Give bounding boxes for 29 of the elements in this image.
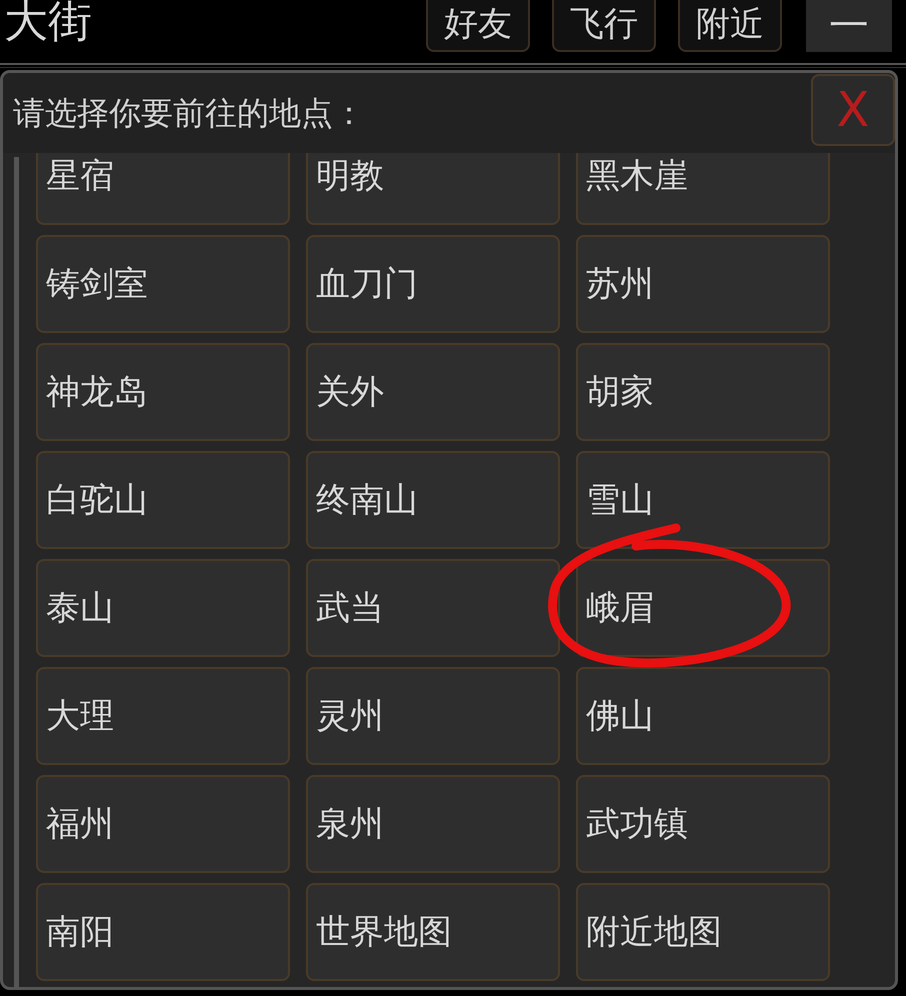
- location-button[interactable]: 佛山: [576, 667, 830, 765]
- location-button[interactable]: 泉州: [306, 775, 560, 873]
- location-button[interactable]: 关外: [306, 343, 560, 441]
- location-button[interactable]: 终南山: [306, 451, 560, 549]
- location-button[interactable]: 血刀门: [306, 235, 560, 333]
- location-button[interactable]: 南阳: [36, 883, 290, 981]
- location-button[interactable]: 附近地图: [576, 883, 830, 981]
- location-button[interactable]: 世界地图: [306, 883, 560, 981]
- location-button[interactable]: 雪山: [576, 451, 830, 549]
- location-button[interactable]: 胡家: [576, 343, 830, 441]
- location-button[interactable]: 灵州: [306, 667, 560, 765]
- location-button[interactable]: 武功镇: [576, 775, 830, 873]
- location-button[interactable]: 白驼山: [36, 451, 290, 549]
- location-button[interactable]: 明教: [306, 153, 560, 225]
- location-button[interactable]: 福州: [36, 775, 290, 873]
- location-button[interactable]: 星宿: [36, 153, 290, 225]
- location-button[interactable]: 泰山: [36, 559, 290, 657]
- menu-button[interactable]: 附近: [678, 0, 782, 52]
- menu-button[interactable]: 飞行: [552, 0, 656, 52]
- prompt-text: 请选择你要前往的地点：: [13, 93, 365, 134]
- menu-button[interactable]: 好友: [426, 0, 530, 52]
- location-button[interactable]: 峨眉: [576, 559, 830, 657]
- location-button[interactable]: 武当: [306, 559, 560, 657]
- location-button[interactable]: 大理: [36, 667, 290, 765]
- minimize-button[interactable]: 一: [806, 0, 892, 52]
- location-button[interactable]: 黑木崖: [576, 153, 830, 225]
- location-button[interactable]: 苏州: [576, 235, 830, 333]
- location-button[interactable]: 铸剑室: [36, 235, 290, 333]
- location-button[interactable]: 神龙岛: [36, 343, 290, 441]
